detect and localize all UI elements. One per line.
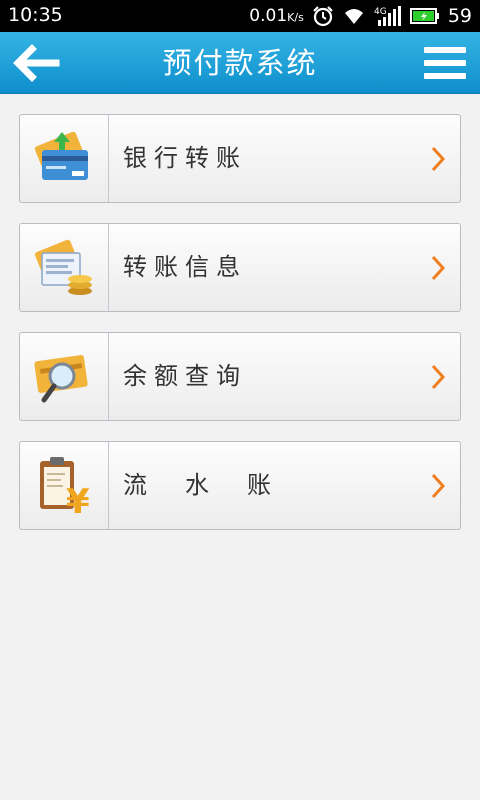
battery-icon [409, 8, 439, 24]
chevron-right-icon [431, 146, 446, 172]
signal-4g-icon: 4G [374, 6, 401, 26]
battery-level: 59 [447, 5, 472, 27]
transfer-info-icon [35, 239, 92, 295]
ledger-clipboard-icon: ¥ [40, 457, 90, 519]
status-time: 10:35 [8, 4, 63, 26]
menu-item-label: 流 水 账 [123, 471, 278, 499]
net-speed-unit: K/s [287, 11, 304, 24]
menu-item-label: 银行转账 [123, 144, 247, 172]
hamburger-line-top [424, 47, 466, 53]
menu-item-balance-query[interactable]: 余额查询 [19, 332, 461, 421]
back-button[interactable] [10, 44, 60, 82]
balance-query-icon [34, 355, 88, 403]
menu-item-bank-transfer[interactable]: 银行转账 [19, 114, 461, 203]
chevron-right-icon [431, 473, 446, 499]
status-icons: 0.01K/s 4G 59 [249, 4, 472, 28]
menu-item-ledger[interactable]: ¥ 流 水 账 [19, 441, 461, 530]
svg-text:¥: ¥ [66, 482, 90, 519]
net-speed-value: 0.01 [249, 6, 288, 26]
net-speed: 0.01K/s [249, 6, 304, 26]
status-bar: 10:35 0.01K/s 4G 59 [0, 0, 480, 32]
hamburger-line-bottom [424, 73, 466, 79]
chevron-right-icon [431, 255, 446, 281]
menu-item-label: 转账信息 [123, 253, 247, 281]
page-title: 预付款系统 [162, 46, 318, 80]
icon-cell: ¥ [20, 442, 109, 529]
bank-card-transfer-icon [34, 131, 88, 180]
icon-cell [20, 333, 109, 420]
menu-item-transfer-info[interactable]: 转账信息 [19, 223, 461, 312]
alarm-icon [313, 6, 333, 27]
back-arrow-icon [13, 44, 60, 82]
chevron-right-icon [431, 364, 446, 390]
wifi-icon [344, 9, 363, 24]
menu-item-label: 余额查询 [123, 362, 247, 390]
hamburger-line-middle [424, 60, 466, 66]
icon-cell [20, 224, 109, 311]
menu-button[interactable] [424, 45, 468, 81]
svg-text:4G: 4G [374, 7, 387, 17]
icon-cell [20, 115, 109, 202]
app-header: 预付款系统 [0, 32, 480, 94]
